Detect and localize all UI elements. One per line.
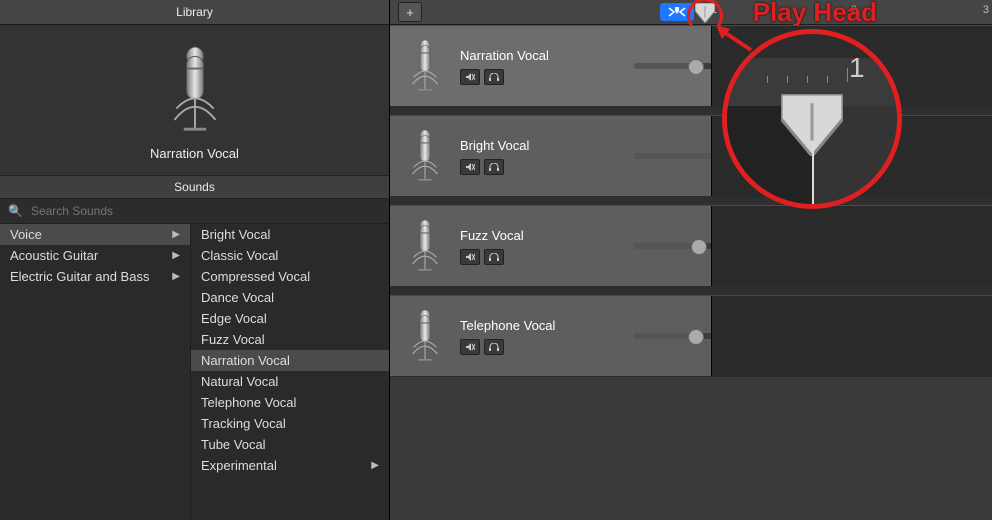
preset-row[interactable]: Fuzz Vocal	[191, 329, 389, 350]
category-row[interactable]: Voice▶	[0, 224, 190, 245]
library-title: Library	[0, 0, 389, 25]
track-timeline[interactable]	[711, 296, 992, 376]
preset-row[interactable]: Classic Vocal	[191, 245, 389, 266]
mute-icon	[465, 163, 475, 171]
preview-label: Narration Vocal	[150, 146, 239, 161]
microphone-icon	[408, 307, 442, 365]
track-name: Telephone Vocal	[460, 318, 620, 333]
search-icon: 🔍	[8, 204, 23, 218]
track-name: Narration Vocal	[460, 48, 620, 63]
search-input[interactable]	[29, 203, 381, 219]
preset-preview: Narration Vocal	[0, 25, 389, 175]
chevron-right-icon: ▶	[172, 229, 180, 240]
track-timeline[interactable]	[711, 26, 992, 106]
microphone-icon	[408, 127, 442, 185]
track-icon	[400, 217, 450, 275]
preset-row[interactable]: Experimental▶	[191, 455, 389, 476]
preset-row[interactable]: Compressed Vocal	[191, 266, 389, 287]
microphone-icon	[408, 217, 442, 275]
category-row[interactable]: Acoustic Guitar▶	[0, 245, 190, 266]
preset-row[interactable]: Narration Vocal	[191, 350, 389, 371]
chevron-right-icon: ▶	[172, 250, 180, 261]
annotation-label: Play Head	[753, 0, 877, 28]
track-timeline[interactable]	[711, 116, 992, 196]
ruler-mark: 3	[983, 4, 989, 16]
sounds-header: Sounds	[0, 175, 389, 199]
preset-column[interactable]: Bright VocalClassic VocalCompressed Voca…	[191, 224, 389, 520]
mute-button[interactable]	[460, 249, 480, 265]
tracks-area: + 1 2 3 Play Head Narration Vocal	[390, 0, 992, 520]
headphones-icon	[489, 73, 499, 81]
microphone-icon	[167, 40, 223, 140]
catch-playhead-icon	[666, 6, 688, 18]
track-timeline[interactable]	[711, 206, 992, 286]
mute-icon	[465, 73, 475, 81]
category-row[interactable]: Electric Guitar and Bass▶	[0, 266, 190, 287]
track-header[interactable]: Fuzz Vocal LR	[390, 205, 992, 287]
track-name: Bright Vocal	[460, 138, 620, 153]
monitor-button[interactable]	[484, 339, 504, 355]
search-box[interactable]: 🔍	[0, 199, 389, 224]
preset-row[interactable]: Natural Vocal	[191, 371, 389, 392]
track-list: Narration Vocal LR Bright Vocal	[390, 25, 992, 377]
mute-icon	[465, 253, 475, 261]
mute-button[interactable]	[460, 159, 480, 175]
tracks-toolbar: + 1 2 3 Play Head	[390, 0, 992, 25]
category-column[interactable]: Voice▶Acoustic Guitar▶Electric Guitar an…	[0, 224, 191, 520]
monitor-button[interactable]	[484, 249, 504, 265]
add-track-button[interactable]: +	[398, 2, 422, 22]
ruler-mark: 2	[851, 4, 857, 16]
track-icon	[400, 37, 450, 95]
headphones-icon	[489, 163, 499, 171]
preset-row[interactable]: Dance Vocal	[191, 287, 389, 308]
chevron-right-icon: ▶	[371, 460, 379, 471]
monitor-button[interactable]	[484, 159, 504, 175]
library-panel: Library Narration Vocal Sounds 🔍 Voice▶A…	[0, 0, 390, 520]
headphones-icon	[489, 253, 499, 261]
track-icon	[400, 127, 450, 185]
track-icon	[400, 307, 450, 365]
track-header[interactable]: Bright Vocal LR	[390, 115, 992, 197]
track-header[interactable]: Telephone Vocal LR	[390, 295, 992, 377]
headphones-icon	[489, 343, 499, 351]
mute-icon	[465, 343, 475, 351]
mute-button[interactable]	[460, 339, 480, 355]
chevron-right-icon: ▶	[172, 271, 180, 282]
microphone-icon	[408, 37, 442, 95]
preset-row[interactable]: Tube Vocal	[191, 434, 389, 455]
preset-row[interactable]: Edge Vocal	[191, 308, 389, 329]
mute-button[interactable]	[460, 69, 480, 85]
track-header[interactable]: Narration Vocal LR	[390, 25, 992, 107]
catch-playhead-button[interactable]	[660, 3, 694, 21]
preset-row[interactable]: Telephone Vocal	[191, 392, 389, 413]
track-name: Fuzz Vocal	[460, 228, 620, 243]
playhead-icon[interactable]	[695, 3, 715, 23]
monitor-button[interactable]	[484, 69, 504, 85]
preset-row[interactable]: Bright Vocal	[191, 224, 389, 245]
preset-row[interactable]: Tracking Vocal	[191, 413, 389, 434]
